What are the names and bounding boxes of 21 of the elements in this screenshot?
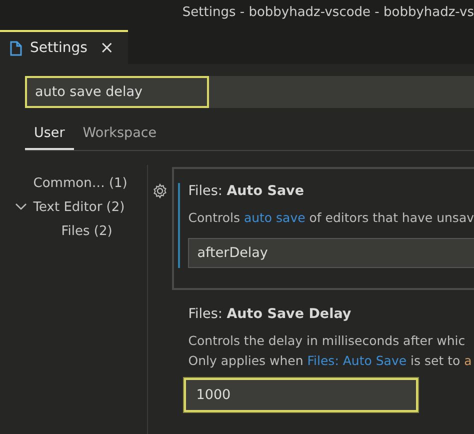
scope-tab[interactable]: Workspace: [74, 118, 166, 150]
toc-item[interactable]: Text Editor (2): [33, 200, 125, 214]
gear-icon[interactable]: [152, 183, 168, 199]
scope-tab[interactable]: User: [25, 118, 74, 150]
window-title: Settings - bobbyhadz-vscode - bobbyhadz-vs: [182, 5, 474, 22]
close-button[interactable]: ×: [100, 38, 114, 58]
chevron-down-icon[interactable]: [15, 203, 28, 211]
setting-title: Files: Auto Save Delay: [188, 306, 352, 322]
setting-description: Only applies when Files: Auto Save is set to a: [188, 353, 472, 368]
setting-link[interactable]: auto save: [244, 210, 306, 225]
toc-item[interactable]: Common… (1): [33, 176, 128, 190]
search-field[interactable]: auto save delay: [25, 76, 474, 108]
setting-description: Controls the delay in milliseconds after whic: [188, 333, 466, 348]
dropdown-field[interactable]: afterDelay: [188, 238, 474, 268]
file-icon: [10, 40, 22, 56]
setting-title: Files: Auto Save: [188, 183, 306, 199]
editor-tab[interactable]: Settings ×: [0, 30, 128, 64]
number-field[interactable]: 1000: [184, 378, 418, 412]
toc-item[interactable]: Files (2): [61, 224, 112, 238]
setting-link[interactable]: Files: Auto Save: [307, 353, 407, 368]
setting-description: Controls auto save of editors that have unsav: [188, 210, 474, 225]
